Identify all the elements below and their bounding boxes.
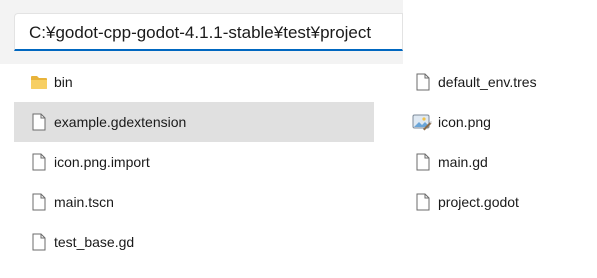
file-item-main-gd[interactable]: main.gd (400, 142, 590, 182)
file-name: bin (54, 74, 73, 90)
address-path[interactable]: C:¥godot-cpp-godot-4.1.1-stable¥test¥pro… (29, 22, 371, 44)
file-item-test-base-gd[interactable]: test_base.gd (14, 222, 374, 262)
file-item-project-godot[interactable]: project.godot (400, 182, 590, 222)
file-icon (30, 112, 48, 132)
file-item-bin[interactable]: bin (14, 62, 374, 102)
file-icon (30, 232, 48, 252)
image-file-icon (412, 112, 432, 132)
file-item-icon-png-import[interactable]: icon.png.import (14, 142, 374, 182)
file-icon (30, 192, 48, 212)
file-item-icon-png[interactable]: icon.png (400, 102, 590, 142)
file-icon (414, 152, 432, 172)
file-name: main.gd (438, 154, 488, 170)
file-name: project.godot (438, 194, 519, 210)
file-name: icon.png (438, 114, 491, 130)
file-item-main-tscn[interactable]: main.tscn (14, 182, 374, 222)
file-item-default-env-tres[interactable]: default_env.tres (400, 62, 590, 102)
file-icon (414, 192, 432, 212)
file-name: icon.png.import (54, 154, 150, 170)
file-name: default_env.tres (438, 74, 537, 90)
address-bar[interactable]: C:¥godot-cpp-godot-4.1.1-stable¥test¥pro… (14, 13, 403, 51)
file-name: main.tscn (54, 194, 114, 210)
file-item-example-gdextension[interactable]: example.gdextension (14, 102, 374, 142)
file-icon (30, 152, 48, 172)
file-icon (414, 72, 432, 92)
file-name: example.gdextension (54, 114, 187, 130)
file-name: test_base.gd (54, 234, 135, 250)
folder-icon (30, 72, 48, 92)
